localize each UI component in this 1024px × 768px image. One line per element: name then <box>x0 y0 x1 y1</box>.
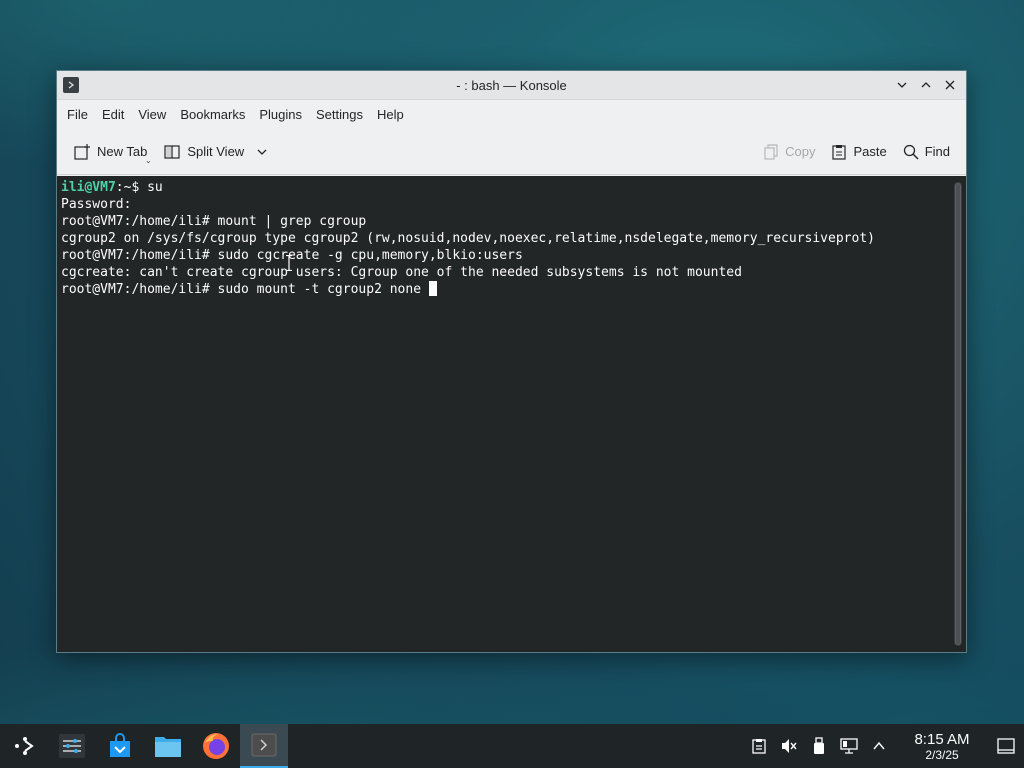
close-button[interactable] <box>940 75 960 95</box>
new-tab-button[interactable]: New Tab ⌄ <box>65 139 155 165</box>
firefox-icon <box>203 733 229 759</box>
terminal-line-6: cgcreate: can't create cgroup users: Cgr… <box>61 265 742 280</box>
settings-sliders-icon <box>59 734 85 758</box>
tray-network[interactable] <box>834 724 864 768</box>
taskbar-system-settings[interactable] <box>48 724 96 768</box>
konsole-window: - : bash — Konsole File Edit View Bookma… <box>56 70 967 653</box>
discover-store-icon <box>110 733 130 757</box>
menu-settings[interactable]: Settings <box>309 103 370 126</box>
paste-button[interactable]: Paste <box>823 140 894 164</box>
menu-bar: File Edit View Bookmarks Plugins Setting… <box>57 100 966 129</box>
menu-help[interactable]: Help <box>370 103 411 126</box>
search-icon <box>903 144 919 159</box>
new-tab-icon <box>74 143 90 160</box>
new-tab-label: New Tab <box>97 144 148 159</box>
menu-bookmarks[interactable]: Bookmarks <box>173 103 252 126</box>
taskbar-konsole[interactable] <box>240 724 288 768</box>
usb-drive-icon <box>814 737 824 754</box>
clock-date: 2/3/25 <box>925 747 959 762</box>
chevron-up-icon <box>921 82 931 88</box>
volume-muted-icon <box>782 739 797 753</box>
new-tab-dropdown-icon[interactable]: ⌄ <box>145 156 152 165</box>
show-desktop-icon <box>997 738 1015 754</box>
split-view-icon <box>164 144 180 159</box>
menu-view[interactable]: View <box>131 103 173 126</box>
toolbar: New Tab ⌄ Split View Copy Paste Find <box>57 129 966 175</box>
paste-label: Paste <box>853 144 887 159</box>
maximize-button[interactable] <box>916 75 936 95</box>
terminal-line-1: :~$ su <box>115 180 163 195</box>
terminal-output: ili@VM7:~$ su Password: root@VM7:/home/i… <box>61 179 948 298</box>
terminal-line-4: cgroup2 on /sys/fs/cgroup type cgroup2 (… <box>61 231 875 246</box>
tray-expand[interactable] <box>864 724 894 768</box>
taskbar-firefox[interactable] <box>192 724 240 768</box>
prompt-user: ili@VM7 <box>61 180 116 195</box>
tray-removable-devices[interactable] <box>804 724 834 768</box>
chevron-down-icon <box>897 82 907 88</box>
terminal-scrollbar[interactable] <box>954 182 962 646</box>
paste-icon <box>832 144 847 160</box>
menu-edit[interactable]: Edit <box>95 103 131 126</box>
tray-clipboard[interactable] <box>744 724 774 768</box>
menu-file[interactable]: File <box>60 103 95 126</box>
terminal-area[interactable]: ili@VM7:~$ su Password: root@VM7:/home/i… <box>57 176 966 652</box>
folder-icon <box>155 737 181 757</box>
digital-clock[interactable]: 8:15 AM 2/3/25 <box>904 731 980 762</box>
clipboard-icon <box>752 739 766 754</box>
system-tray: 8:15 AM 2/3/25 <box>744 724 1024 768</box>
konsole-app-icon[interactable] <box>63 77 79 93</box>
terminal-line-7: root@VM7:/home/ili# sudo mount -t cgroup… <box>61 282 429 297</box>
network-wired-icon <box>840 738 858 754</box>
application-launcher[interactable] <box>0 724 48 768</box>
title-bar[interactable]: - : bash — Konsole <box>57 71 966 100</box>
copy-label: Copy <box>785 144 816 159</box>
find-button[interactable]: Find <box>895 140 958 164</box>
copy-icon <box>764 143 778 160</box>
split-view-button[interactable]: Split View <box>155 139 276 165</box>
tray-volume[interactable] <box>774 724 804 768</box>
terminal-line-3: root@VM7:/home/ili# mount | grep cgroup <box>61 214 367 229</box>
find-label: Find <box>924 144 950 159</box>
minimize-button[interactable] <box>892 75 912 95</box>
chevron-down-icon[interactable] <box>256 146 268 158</box>
chevron-up-icon <box>873 741 885 750</box>
launcher-icon <box>15 737 34 755</box>
copy-button[interactable]: Copy <box>755 140 823 164</box>
menu-plugins[interactable]: Plugins <box>252 103 309 126</box>
terminal-line-2: Password: <box>61 197 132 212</box>
window-title: - : bash — Konsole <box>456 77 567 93</box>
show-desktop-button[interactable] <box>988 724 1024 768</box>
taskbar-discover[interactable] <box>96 724 144 768</box>
terminal-icon <box>251 733 277 757</box>
taskbar: 8:15 AM 2/3/25 <box>0 724 1024 768</box>
scrollbar-thumb[interactable] <box>955 183 961 645</box>
clock-time: 8:15 AM <box>914 730 970 748</box>
mouse-ibeam-cursor-icon <box>286 255 292 271</box>
text-cursor <box>428 281 437 296</box>
split-view-label: Split View <box>187 144 245 159</box>
taskbar-file-manager[interactable] <box>144 724 192 768</box>
close-icon <box>945 80 955 90</box>
